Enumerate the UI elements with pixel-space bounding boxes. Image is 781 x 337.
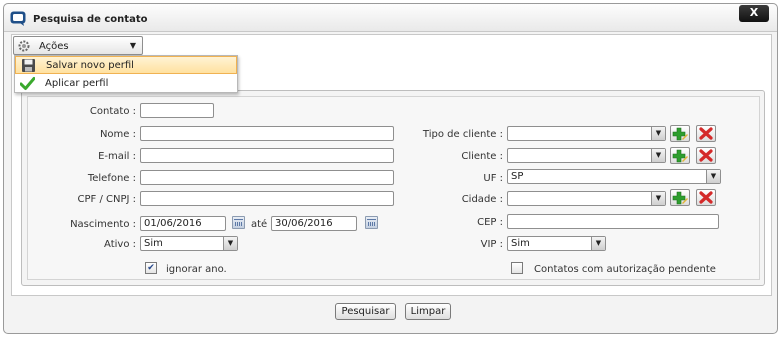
uf-select[interactable]: SP ▼ — [507, 169, 721, 184]
chevron-down-icon: ▼ — [591, 237, 605, 250]
autorizacao-pendente-label: Contatos com autorização pendente — [534, 264, 716, 275]
cpf-cnpj-label: CPF / CNPJ : — [77, 194, 136, 205]
contato-label: Contato : — [89, 106, 136, 117]
add-cliente-button[interactable] — [670, 147, 690, 164]
vip-select[interactable]: Sim ▼ — [507, 236, 606, 251]
add-cidade-button[interactable] — [670, 189, 690, 206]
telefone-label: Telefone : — [87, 173, 136, 184]
cpf-cnpj-input[interactable] — [140, 191, 394, 206]
menu-item-apply-profile[interactable]: Aplicar perfil — [15, 75, 237, 93]
tipo-cliente-label: Tipo de cliente : — [422, 129, 503, 140]
cliente-label: Cliente : — [461, 151, 503, 162]
chevron-down-icon: ▼ — [651, 192, 665, 205]
cidade-select[interactable]: ▼ — [507, 191, 666, 206]
remove-cliente-button[interactable] — [696, 147, 716, 164]
menu-item-label: Aplicar perfil — [45, 78, 109, 89]
close-button[interactable]: X — [739, 5, 769, 22]
calendar-icon[interactable] — [232, 216, 245, 229]
nascimento-label: Nascimento : — [70, 219, 136, 230]
ativo-value: Sim — [144, 238, 163, 249]
telefone-input[interactable] — [140, 170, 394, 185]
actions-dropdown[interactable]: Ações ▼ — [13, 36, 143, 55]
email-label: E-mail : — [98, 151, 136, 162]
checkmark-icon — [20, 77, 35, 90]
title-bar: Pesquisa de contato X — [4, 4, 777, 32]
remove-tipo-cliente-button[interactable] — [696, 125, 716, 142]
filter-panel — [27, 96, 760, 280]
add-tipo-cliente-button[interactable] — [670, 125, 690, 142]
save-icon — [22, 59, 35, 72]
delete-icon — [699, 191, 713, 204]
menu-item-label: Salvar novo perfil — [46, 60, 134, 71]
ativo-select[interactable]: Sim ▼ — [140, 236, 238, 251]
nascimento-to-input[interactable]: 30/06/2016 — [271, 216, 357, 231]
add-icon — [672, 127, 688, 141]
nascimento-from-input[interactable]: 01/06/2016 — [140, 216, 226, 231]
cep-label: CEP : — [477, 217, 503, 228]
calendar-icon[interactable] — [365, 216, 378, 229]
tipo-cliente-select[interactable]: ▼ — [507, 126, 666, 141]
nome-input[interactable] — [140, 126, 394, 141]
chevron-down-icon: ▼ — [651, 149, 665, 162]
autorizacao-pendente-checkbox[interactable] — [511, 262, 523, 274]
chevron-down-icon: ▼ — [651, 127, 665, 140]
chat-icon — [10, 11, 26, 26]
ignorar-ano-label: ignorar ano. — [166, 264, 227, 275]
chevron-down-icon: ▼ — [129, 41, 136, 50]
cidade-label: Cidade : — [461, 194, 503, 205]
menu-item-save-profile[interactable]: Salvar novo perfil — [15, 56, 237, 74]
uf-value: SP — [511, 171, 524, 182]
delete-icon — [699, 127, 713, 140]
pesquisar-button[interactable]: Pesquisar — [335, 303, 396, 320]
nome-label: Nome : — [99, 129, 136, 140]
dialog-title: Pesquisa de contato — [33, 14, 148, 25]
cliente-select[interactable]: ▼ — [507, 148, 666, 163]
ate-label: até — [251, 219, 268, 230]
contato-input[interactable] — [140, 103, 214, 118]
email-input[interactable] — [140, 148, 394, 163]
gear-icon — [18, 40, 30, 52]
add-icon — [672, 191, 688, 205]
ativo-label: Ativo : — [104, 239, 136, 250]
add-icon — [672, 149, 688, 163]
uf-label: UF : — [483, 173, 503, 184]
cep-input[interactable] — [507, 214, 719, 229]
chevron-down-icon: ▼ — [223, 237, 237, 250]
remove-cidade-button[interactable] — [696, 189, 716, 206]
vip-value: Sim — [511, 238, 530, 249]
vip-label: VIP : — [480, 239, 503, 250]
chevron-down-icon: ▼ — [706, 170, 720, 183]
actions-label: Ações — [39, 41, 69, 52]
actions-menu: Salvar novo perfil Aplicar perfil — [14, 55, 238, 93]
ignorar-ano-checkbox[interactable]: ✔ — [145, 262, 157, 274]
delete-icon — [699, 149, 713, 162]
limpar-button[interactable]: Limpar — [405, 303, 451, 320]
